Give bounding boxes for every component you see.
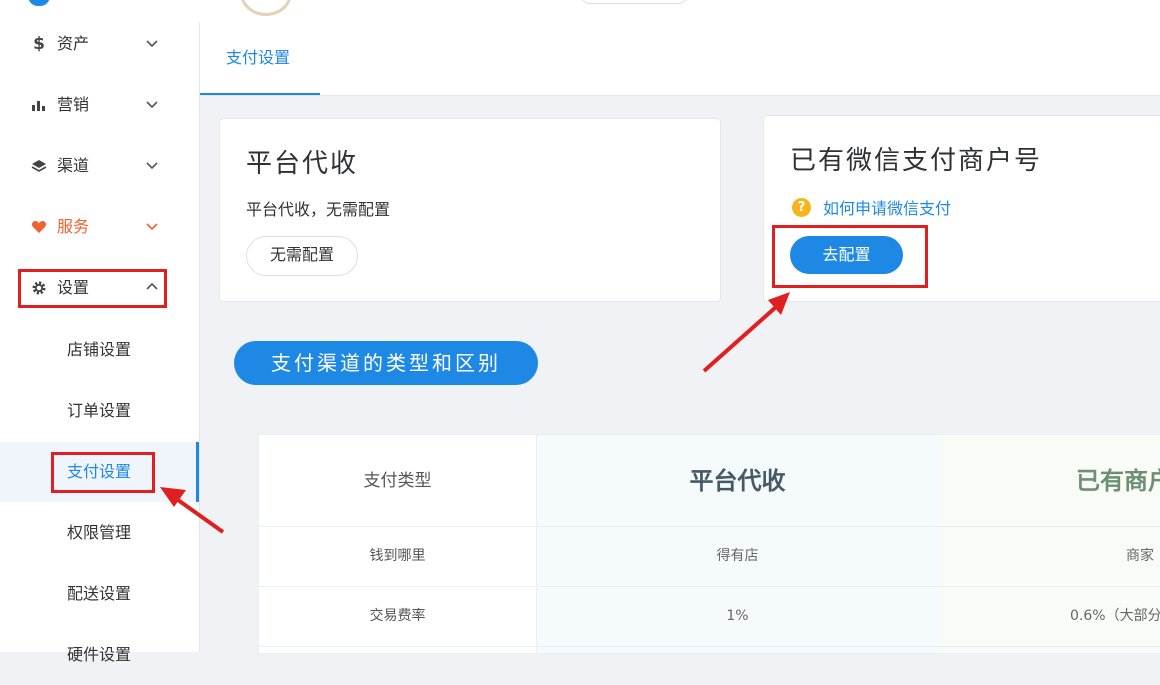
row-divider — [259, 526, 1160, 527]
sidebar-subitem-hardware-settings[interactable]: 硬件设置 — [0, 625, 199, 685]
card-title: 平台代收 — [246, 149, 359, 179]
dollar-icon: $ — [33, 34, 45, 54]
card-title: 已有微信支付商户号 — [790, 146, 1043, 176]
sidebar-item-marketing[interactable]: 营销 — [0, 76, 199, 136]
table-header-cell: 支付类型 — [363, 471, 432, 491]
table-cell: 得有店 — [716, 548, 759, 564]
sidebar-subitem-delivery-settings[interactable]: 配送设置 — [0, 564, 199, 624]
chevron-down-icon — [146, 223, 158, 231]
layers-icon — [31, 160, 47, 172]
tab-payment-settings[interactable]: 支付设置 — [200, 22, 320, 95]
table-header-cell: 已有商户 — [1076, 467, 1160, 495]
table-header-cell: 平台代收 — [689, 467, 786, 495]
sidebar-item-channels[interactable]: 渠道 — [0, 137, 199, 197]
platform-collect-card: 平台代收 平台代收，无需配置 无需配置 — [219, 118, 721, 302]
sidebar-subitem-label: 权限管理 — [67, 523, 132, 542]
highlight-go-config-box — [772, 225, 928, 288]
sidebar-item-assets[interactable]: $ 资产 — [0, 15, 199, 75]
tab-bar: 支付设置 — [200, 22, 1160, 96]
payment-comparison-table: 支付类型 平台代收 已有商户 钱到哪里 得有店 商家 交易费率 1% 0.6%（… — [258, 434, 1160, 654]
avatar[interactable] — [240, 0, 292, 16]
question-icon: ? — [792, 198, 811, 217]
row-divider — [259, 586, 1160, 587]
no-config-button[interactable]: 无需配置 — [246, 236, 358, 276]
highlight-settings-box — [18, 269, 167, 308]
section-title-pill: 支付渠道的类型和区别 — [234, 341, 538, 385]
how-to-apply-wechat-link[interactable]: 如何申请微信支付 — [823, 198, 951, 220]
sidebar-subitem-label: 订单设置 — [67, 401, 132, 420]
sidebar-item-label: 渠道 — [57, 156, 90, 175]
sidebar-item-services[interactable]: 服务 — [0, 198, 199, 258]
sidebar-subitem-label: 配送设置 — [67, 584, 132, 603]
bar-chart-icon — [32, 101, 45, 111]
sidebar-subitem-permissions[interactable]: 权限管理 — [0, 503, 199, 563]
heart-icon — [31, 221, 47, 233]
logo-icon — [28, 0, 50, 6]
main-content: 支付设置 平台代收 平台代收，无需配置 无需配置 已有微信支付商户号 ? 如何申… — [200, 22, 1160, 654]
table-cell: 1% — [726, 608, 749, 624]
chevron-down-icon — [146, 40, 158, 48]
sidebar-subitem-label: 店铺设置 — [67, 340, 132, 359]
sidebar-subitem-order-settings[interactable]: 订单设置 — [0, 381, 199, 441]
sidebar-subitem-shop-settings[interactable]: 店铺设置 — [0, 320, 199, 380]
chevron-down-icon — [146, 101, 158, 109]
table-cell: 商家 — [1126, 548, 1154, 564]
highlight-payment-settings-box — [51, 452, 155, 493]
card-description: 平台代收，无需配置 — [246, 200, 391, 219]
header-pill-button[interactable] — [580, 0, 688, 4]
sidebar-subitem-label: 硬件设置 — [67, 645, 132, 664]
chevron-down-icon — [146, 162, 158, 170]
table-cell: 0.6%（大部分 — [1070, 608, 1160, 624]
sidebar: $ 资产 营销 渠道 服务 设置 店铺设置 订单设置 支付设置 权限管理 配送设… — [0, 22, 200, 664]
sidebar-item-label: 营销 — [57, 95, 90, 114]
tab-label: 支付设置 — [226, 48, 291, 67]
sidebar-item-label: 服务 — [57, 217, 90, 236]
sidebar-item-label: 资产 — [57, 34, 90, 53]
row-divider — [259, 646, 1160, 647]
table-cell: 钱到哪里 — [369, 548, 426, 564]
table-cell: 交易费率 — [369, 608, 426, 624]
